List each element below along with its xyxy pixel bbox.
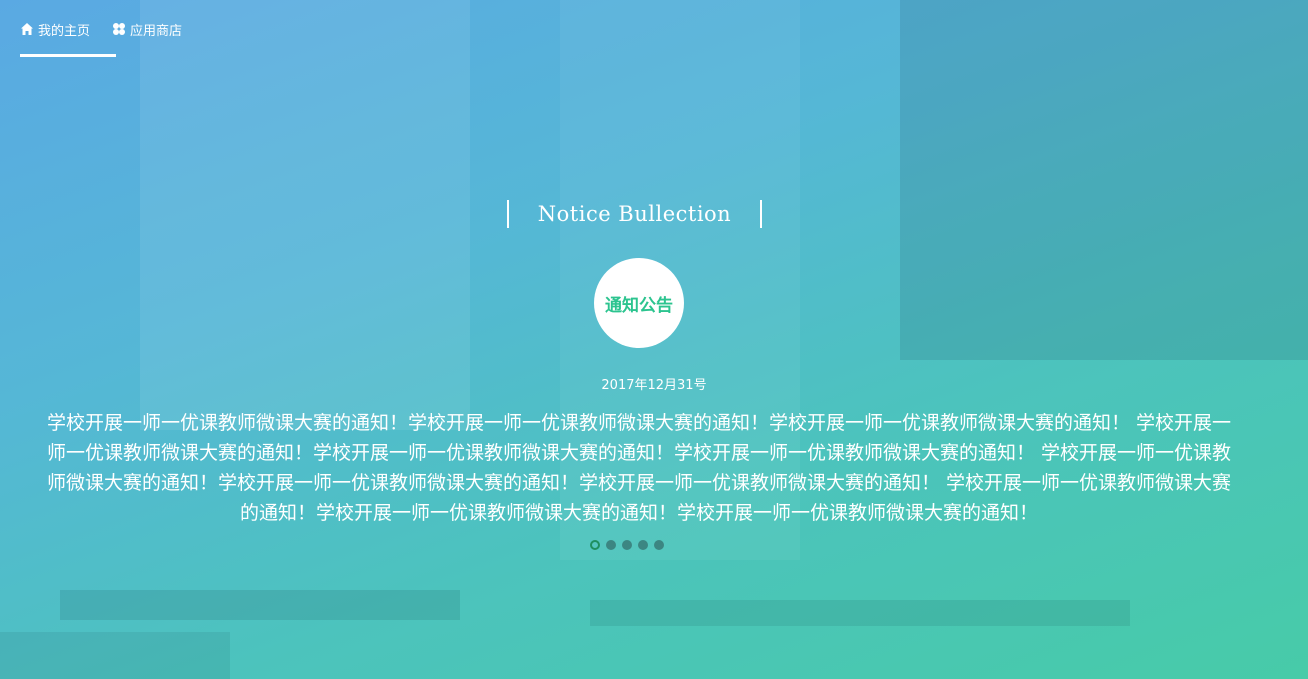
background-desk: [0, 632, 230, 679]
background-window: [140, 0, 470, 430]
carousel-dot[interactable]: [590, 540, 600, 550]
nav-item-home[interactable]: 我的主页: [20, 1, 117, 57]
home-icon: [20, 22, 34, 36]
background-blackboard: [900, 0, 1308, 360]
app-store-icon: [112, 22, 126, 36]
carousel-dot[interactable]: [622, 540, 632, 550]
notice-badge: 通知公告: [594, 258, 684, 348]
carousel-dot[interactable]: [638, 540, 648, 550]
carousel-dot[interactable]: [654, 540, 664, 550]
notice-date: 2017年12月31号: [601, 378, 707, 393]
notice-content[interactable]: 学校开展一师一优课教师微课大赛的通知！学校开展一师一优课教师微课大赛的通知！学校…: [44, 408, 1234, 528]
carousel-dot[interactable]: [606, 540, 616, 550]
background-desk: [60, 590, 460, 620]
section-heading: Notice Bullection: [507, 200, 762, 228]
top-navigation: 我的主页 应用商店: [20, 0, 204, 58]
nav-item-label: 应用商店: [130, 23, 183, 39]
carousel-pagination: [0, 540, 1308, 550]
nav-item-label: 我的主页: [38, 23, 91, 39]
background-desk: [590, 600, 1130, 626]
nav-item-app-store[interactable]: 应用商店: [112, 1, 204, 57]
